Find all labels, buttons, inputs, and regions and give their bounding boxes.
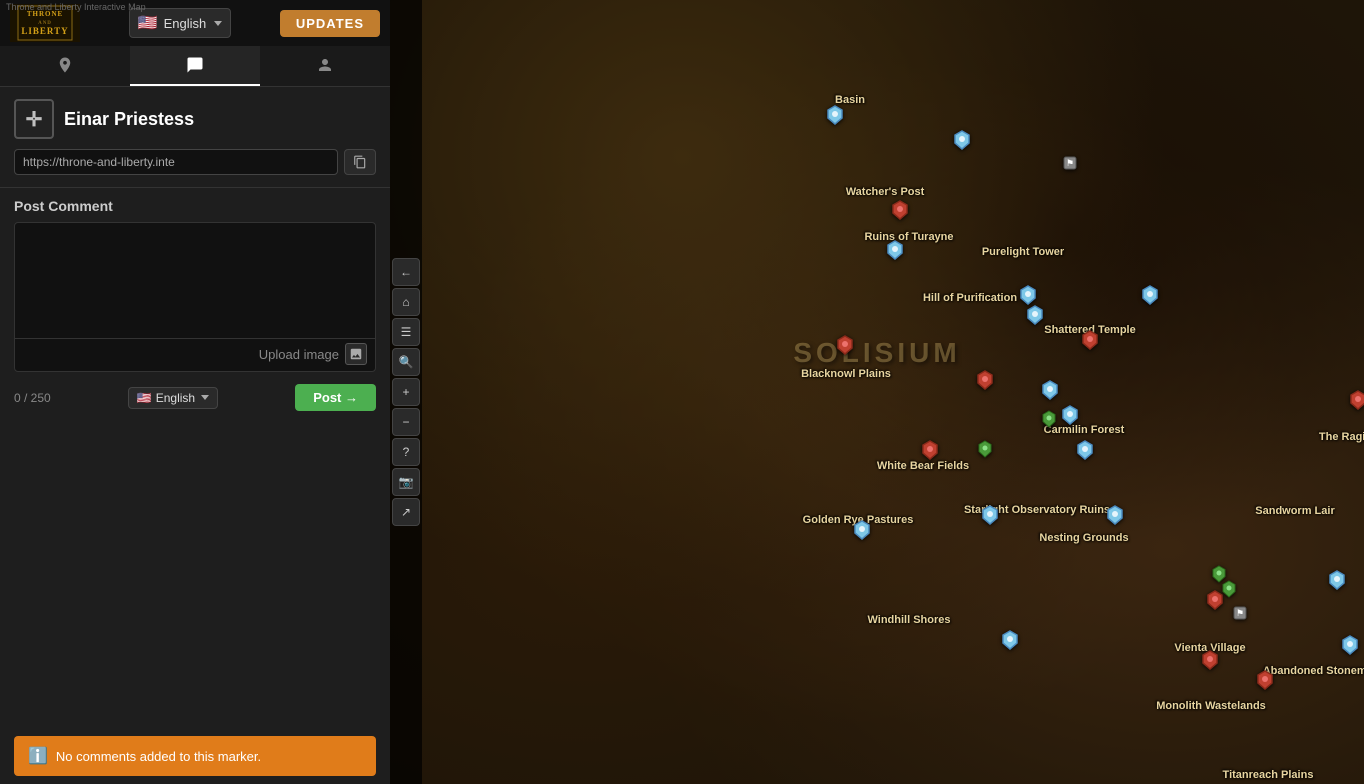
toolbar-question-btn[interactable]: ? bbox=[392, 438, 420, 466]
user-icon bbox=[316, 56, 334, 74]
marker-name: Einar Priestess bbox=[64, 109, 194, 130]
svg-text:⚑: ⚑ bbox=[1236, 608, 1244, 618]
map-icon-marker[interactable] bbox=[854, 520, 870, 540]
map-icon-marker[interactable] bbox=[1062, 405, 1078, 425]
map-icon-marker[interactable] bbox=[1222, 580, 1238, 600]
copy-icon bbox=[353, 155, 367, 169]
alert-message: No comments added to this marker. bbox=[56, 749, 261, 764]
sidebar: Throne and Liberty Interactive Map THRON… bbox=[0, 0, 390, 784]
map-location-label: Purelight Tower bbox=[982, 246, 1064, 258]
map-icon-marker[interactable] bbox=[892, 200, 908, 220]
app-title: Throne and Liberty Interactive Map bbox=[0, 0, 152, 14]
map-icon-marker[interactable] bbox=[1257, 670, 1273, 690]
copy-url-button[interactable] bbox=[344, 149, 376, 175]
map-location-label: White Bear Fields bbox=[877, 460, 969, 472]
map-icon-marker[interactable] bbox=[1107, 505, 1123, 525]
map-location-label: The Raging Wilds bbox=[1319, 431, 1364, 443]
lang-selector-label: English bbox=[164, 16, 207, 31]
nav-tabs bbox=[0, 46, 390, 87]
post-comment-label: Post Comment bbox=[14, 198, 376, 214]
chat-icon bbox=[186, 56, 204, 74]
image-icon bbox=[349, 347, 363, 361]
map-location-label: Abandoned Stonemason Town bbox=[1263, 665, 1364, 677]
tab-chat[interactable] bbox=[130, 46, 260, 86]
comment-language-selector[interactable]: 🇺🇸 English bbox=[128, 387, 218, 409]
map-location-label: Blacknowl Plains bbox=[801, 368, 891, 380]
map-location-label: Monolith Wastelands bbox=[1156, 700, 1266, 712]
comment-flag-icon: 🇺🇸 bbox=[137, 391, 152, 405]
upload-image-button[interactable] bbox=[345, 343, 367, 365]
map-icon-marker[interactable] bbox=[1207, 590, 1223, 610]
map-location-label: Sandworm Lair bbox=[1255, 505, 1334, 517]
map-icon-marker[interactable] bbox=[1202, 650, 1218, 670]
location-icon bbox=[56, 56, 74, 74]
map-location-label: Nesting Grounds bbox=[1039, 532, 1128, 544]
map-icon-marker[interactable] bbox=[1350, 390, 1364, 410]
marker-icon-symbol: ✛ bbox=[26, 107, 43, 132]
map-icon-marker[interactable] bbox=[982, 505, 998, 525]
map-icon-marker[interactable] bbox=[827, 105, 843, 125]
upload-row: Upload image bbox=[15, 338, 375, 371]
map-icon-marker[interactable]: ⚑ bbox=[1232, 605, 1248, 625]
map-icon-marker[interactable] bbox=[922, 440, 938, 460]
toolbar-menu-btn[interactable]: ☰ bbox=[392, 318, 420, 346]
map-icon-marker[interactable] bbox=[954, 130, 970, 150]
map-icon-marker[interactable] bbox=[1002, 630, 1018, 650]
tab-location[interactable] bbox=[0, 46, 130, 86]
map-icon-marker[interactable] bbox=[1077, 440, 1093, 460]
map-icon-marker[interactable] bbox=[1042, 410, 1058, 430]
flag-icon: 🇺🇸 bbox=[138, 13, 158, 33]
alert-icon: ℹ️ bbox=[28, 746, 48, 766]
map-location-label: Hill of Purification bbox=[923, 292, 1017, 304]
tab-user[interactable] bbox=[260, 46, 390, 86]
updates-button[interactable]: UPDATES bbox=[280, 10, 380, 37]
marker-url-input[interactable] bbox=[14, 149, 338, 175]
map-icon-marker[interactable] bbox=[837, 335, 853, 355]
alert-box: ℹ️ No comments added to this marker. bbox=[14, 736, 376, 776]
map-canvas: SOLISIUM BasinWatcher's PostRuins of Tur… bbox=[390, 0, 1364, 784]
chevron-down-icon bbox=[214, 21, 222, 26]
map-icon-marker[interactable] bbox=[1020, 285, 1036, 305]
map-region-label: SOLISIUM bbox=[793, 337, 960, 369]
toolbar-minus-btn[interactable]: − bbox=[392, 408, 420, 436]
map-location-label: Windhill Shores bbox=[867, 614, 950, 626]
toolbar-share-btn[interactable]: ↗ bbox=[392, 498, 420, 526]
map-icon-marker[interactable] bbox=[1342, 635, 1358, 655]
map-icon-marker[interactable] bbox=[977, 370, 993, 390]
map-icon-marker[interactable] bbox=[1042, 380, 1058, 400]
map-location-label: Titanreach Plains bbox=[1223, 769, 1314, 781]
comment-footer: 0 / 250 🇺🇸 English Post → bbox=[14, 384, 376, 411]
svg-text:LIBERTY: LIBERTY bbox=[21, 26, 68, 36]
map-location-label: Ruins of Turayne bbox=[864, 231, 953, 243]
map-icon-marker[interactable] bbox=[1082, 330, 1098, 350]
char-count: 0 / 250 bbox=[14, 391, 51, 405]
toolbar-arrow-btn[interactable]: ← bbox=[392, 258, 420, 286]
left-toolbar: ← ⌂ ☰ 🔍 + − ? 📷 ↗ bbox=[390, 0, 422, 784]
map-location-label: Watcher's Post bbox=[846, 186, 925, 198]
map-icon-marker[interactable] bbox=[1329, 570, 1345, 590]
comment-lang-label: English bbox=[156, 391, 195, 405]
toolbar-plus-btn[interactable]: + bbox=[392, 378, 420, 406]
upload-image-label[interactable]: Upload image bbox=[259, 347, 339, 362]
comment-section: Post Comment Upload image 0 / 250 🇺🇸 Eng… bbox=[0, 188, 390, 728]
map-icon-marker[interactable]: ⚑ bbox=[1062, 155, 1078, 175]
marker-icon: ✛ bbox=[14, 99, 54, 139]
comment-lang-chevron-icon bbox=[201, 395, 209, 400]
map-icon-marker[interactable] bbox=[1027, 305, 1043, 325]
toolbar-search-btn[interactable]: 🔍 bbox=[392, 348, 420, 376]
map-icon-marker[interactable] bbox=[978, 440, 994, 460]
map-icon-marker[interactable] bbox=[887, 240, 903, 260]
comment-textarea[interactable] bbox=[15, 223, 375, 333]
post-comment-button[interactable]: Post → bbox=[295, 384, 376, 411]
comment-input-area: Upload image bbox=[14, 222, 376, 372]
map-area[interactable]: SOLISIUM BasinWatcher's PostRuins of Tur… bbox=[390, 0, 1364, 784]
svg-text:⚑: ⚑ bbox=[1066, 158, 1074, 168]
toolbar-home-btn[interactable]: ⌂ bbox=[392, 288, 420, 316]
map-icon-marker[interactable] bbox=[1142, 285, 1158, 305]
marker-header: ✛ Einar Priestess bbox=[14, 99, 376, 139]
marker-section: ✛ Einar Priestess bbox=[0, 87, 390, 188]
toolbar-camera-btn[interactable]: 📷 bbox=[392, 468, 420, 496]
url-row bbox=[14, 149, 376, 175]
